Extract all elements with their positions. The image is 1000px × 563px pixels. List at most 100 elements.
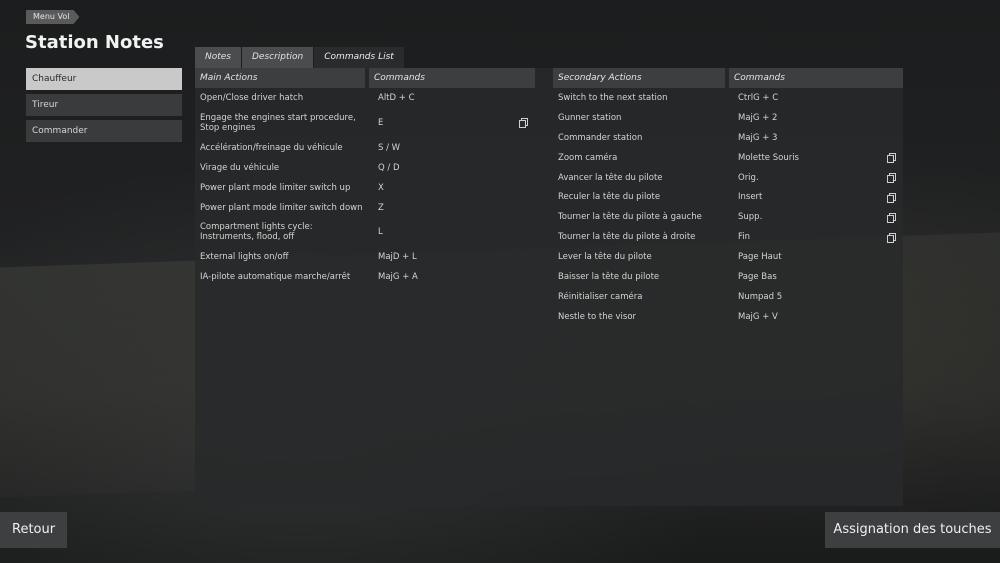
breadcrumb[interactable]: Menu Vol bbox=[26, 10, 79, 24]
table-row[interactable]: Power plant mode limiter switch up X bbox=[195, 178, 535, 198]
station-sidebar: Chauffeur Tireur Commander bbox=[26, 68, 182, 146]
action-label: Réinitialiser caméra bbox=[558, 291, 643, 302]
table-row[interactable]: Power plant mode limiter switch down Z bbox=[195, 198, 535, 218]
command-key: X bbox=[378, 182, 384, 193]
header-secondary-actions: Secondary Actions bbox=[553, 68, 725, 88]
command-cell: Orig. bbox=[729, 173, 903, 183]
table-row[interactable]: Zoom caméra Molette Souris bbox=[553, 148, 903, 168]
action-label: Avancer la tête du pilote bbox=[558, 172, 663, 183]
command-key: L bbox=[378, 227, 383, 238]
table-row[interactable]: Tourner la tête du pilote à droite Fin bbox=[553, 227, 903, 247]
copy-icon[interactable] bbox=[887, 173, 896, 183]
command-key: Q / D bbox=[378, 162, 400, 173]
command-cell: X bbox=[369, 183, 535, 193]
table-row[interactable]: Virage du véhicule Q / D bbox=[195, 158, 535, 178]
table-header: Main Actions Commands bbox=[195, 68, 535, 88]
copy-icon[interactable] bbox=[887, 192, 896, 203]
command-key: MajG + V bbox=[738, 311, 778, 322]
table-row[interactable]: Open/Close driver hatch AltD + C bbox=[195, 88, 535, 108]
main-actions-rows: Open/Close driver hatch AltD + C Engage th… bbox=[195, 88, 535, 287]
table-row[interactable]: Reculer la tête du pilote Insert bbox=[553, 187, 903, 207]
table-row[interactable]: IA-pilote automatique marche/arrêt MajG +… bbox=[195, 267, 535, 287]
command-key: MajG + A bbox=[378, 272, 418, 283]
table-row[interactable]: Réinitialiser caméra Numpad 5 bbox=[553, 287, 903, 307]
command-cell: MajG + A bbox=[369, 272, 535, 282]
copy-icon[interactable] bbox=[887, 212, 896, 223]
command-key: CtrlG + C bbox=[738, 92, 779, 103]
command-cell: Q / D bbox=[369, 163, 535, 173]
action-label: Reculer la tête du pilote bbox=[558, 192, 661, 203]
table-row[interactable]: Gunner station MajG + 2 bbox=[553, 108, 903, 128]
header-main-actions: Main Actions bbox=[195, 68, 365, 88]
command-key: MajG + 2 bbox=[738, 112, 778, 123]
action-label: Power plant mode limiter switch up bbox=[200, 182, 351, 193]
sidebar-item-commander[interactable]: Commander bbox=[26, 120, 182, 142]
action-label: Gunner station bbox=[558, 112, 622, 123]
action-label: Nestle to the visor bbox=[558, 311, 637, 322]
action-label: Engage the engines start procedure, Stop… bbox=[200, 112, 356, 133]
command-cell: MajD + L bbox=[369, 252, 535, 262]
copy-icon[interactable] bbox=[519, 118, 528, 129]
action-label: Open/Close driver hatch bbox=[200, 92, 304, 103]
table-row[interactable]: Switch to the next station CtrlG + C bbox=[553, 88, 903, 108]
table-row[interactable]: Compartment lights cycle: Instruments, f… bbox=[195, 217, 535, 247]
command-key: Z bbox=[378, 202, 384, 213]
action-label: External lights on/off bbox=[200, 252, 289, 263]
table-row[interactable]: Accélération/freinage du véhicule S / W bbox=[195, 138, 535, 158]
action-label: IA-pilote automatique marche/arrêt bbox=[200, 272, 351, 283]
command-cell: Page Bas bbox=[729, 272, 903, 282]
command-cell: Insert bbox=[729, 192, 903, 203]
command-cell: MajG + 2 bbox=[729, 113, 903, 123]
command-cell: E bbox=[369, 117, 535, 129]
table-row[interactable]: Tourner la tête du pilote à gauche Supp. bbox=[553, 207, 903, 227]
command-cell: Page Haut bbox=[729, 252, 903, 262]
commands-panel: Main Actions Commands Open/Close driver … bbox=[195, 68, 903, 506]
command-key: MajG + 3 bbox=[738, 132, 778, 143]
command-cell: MajG + V bbox=[729, 312, 903, 322]
table-row[interactable]: Baisser la tête du pilote Page Bas bbox=[553, 267, 903, 287]
command-key: Page Bas bbox=[738, 271, 777, 282]
table-row[interactable]: Lever la tête du pilote Page Haut bbox=[553, 247, 903, 267]
action-label: Baisser la tête du pilote bbox=[558, 271, 660, 282]
command-cell: Fin bbox=[729, 232, 903, 243]
secondary-actions-rows: Switch to the next station CtrlG + C Gunne… bbox=[553, 88, 903, 327]
sidebar-item-chauffeur[interactable]: Chauffeur bbox=[26, 68, 182, 90]
action-label: Virage du véhicule bbox=[200, 162, 280, 173]
command-cell: Z bbox=[369, 203, 535, 213]
table-header: Secondary Actions Commands bbox=[553, 68, 903, 88]
sidebar-item-tireur[interactable]: Tireur bbox=[26, 94, 182, 116]
action-label: Lever la tête du pilote bbox=[558, 252, 652, 263]
secondary-actions-table: Secondary Actions Commands Switch to the… bbox=[553, 68, 903, 327]
action-label: Tourner la tête du pilote à droite bbox=[558, 232, 696, 243]
command-key: Supp. bbox=[738, 212, 763, 223]
table-row[interactable]: Commander station MajG + 3 bbox=[553, 128, 903, 148]
tab-bar: Notes Description Commands List bbox=[195, 47, 405, 68]
command-key: S / W bbox=[378, 142, 401, 153]
key-assignment-button[interactable]: Assignation des touches bbox=[825, 512, 1000, 548]
copy-icon[interactable] bbox=[887, 232, 896, 243]
table-row[interactable]: Nestle to the visor MajG + V bbox=[553, 307, 903, 327]
action-label: Power plant mode limiter switch down bbox=[200, 202, 363, 213]
command-cell: AltD + C bbox=[369, 93, 535, 103]
action-label: Accélération/freinage du véhicule bbox=[200, 142, 343, 153]
command-key: Insert bbox=[738, 192, 763, 203]
command-cell: CtrlG + C bbox=[729, 93, 903, 103]
command-key: Page Haut bbox=[738, 252, 782, 263]
tab-commands-list[interactable]: Commands List bbox=[314, 47, 404, 68]
command-key: Orig. bbox=[738, 172, 759, 183]
command-cell: MajG + 3 bbox=[729, 133, 903, 143]
tab-notes[interactable]: Notes bbox=[195, 47, 241, 68]
table-row[interactable]: Avancer la tête du pilote Orig. bbox=[553, 168, 903, 188]
back-button[interactable]: Retour bbox=[0, 512, 67, 548]
tab-description[interactable]: Description bbox=[242, 47, 314, 68]
copy-icon[interactable] bbox=[887, 153, 896, 164]
table-row[interactable]: External lights on/off MajD + L bbox=[195, 247, 535, 267]
table-row[interactable]: Engage the engines start procedure, Stop… bbox=[195, 108, 535, 138]
command-key: E bbox=[378, 117, 384, 128]
command-key: AltD + C bbox=[378, 92, 415, 103]
header-commands: Commands bbox=[369, 68, 535, 88]
action-label: Zoom caméra bbox=[558, 152, 618, 163]
command-key: MajD + L bbox=[378, 252, 417, 263]
header-commands: Commands bbox=[729, 68, 903, 88]
command-cell: Molette Souris bbox=[729, 153, 903, 164]
